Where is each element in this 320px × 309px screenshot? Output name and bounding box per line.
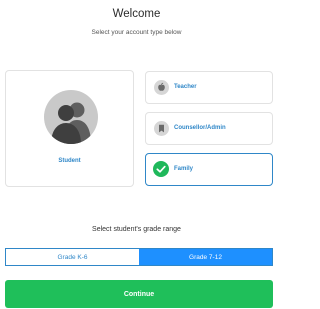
account-type-counsellor-admin-option[interactable]: Counsellor/Admin [145, 112, 273, 145]
student-label: Student [58, 158, 81, 164]
account-type-teacher-option[interactable]: Teacher [145, 71, 273, 104]
grade-range-toggle: Grade K-6 Grade 7-12 [5, 248, 273, 266]
checkmark-icon [153, 161, 169, 177]
grade-7-12-option[interactable]: Grade 7-12 [139, 249, 272, 265]
welcome-title: Welcome [112, 8, 161, 20]
account-type-student-card[interactable]: Student [5, 70, 134, 187]
grade-range-heading: Select student's grade range [92, 226, 181, 233]
welcome-subtitle: Select your account type below [91, 29, 182, 36]
continue-button[interactable]: Continue [5, 280, 273, 308]
bookmark-icon [154, 121, 169, 136]
counsellor-admin-label: Counsellor/Admin [174, 125, 226, 131]
apple-icon [154, 80, 169, 95]
account-type-family-option[interactable]: Family [145, 153, 273, 186]
teacher-label: Teacher [174, 84, 197, 90]
family-label: Family [174, 166, 194, 172]
grade-k-6-option[interactable]: Grade K-6 [6, 249, 139, 265]
students-silhouette-icon [44, 90, 98, 144]
